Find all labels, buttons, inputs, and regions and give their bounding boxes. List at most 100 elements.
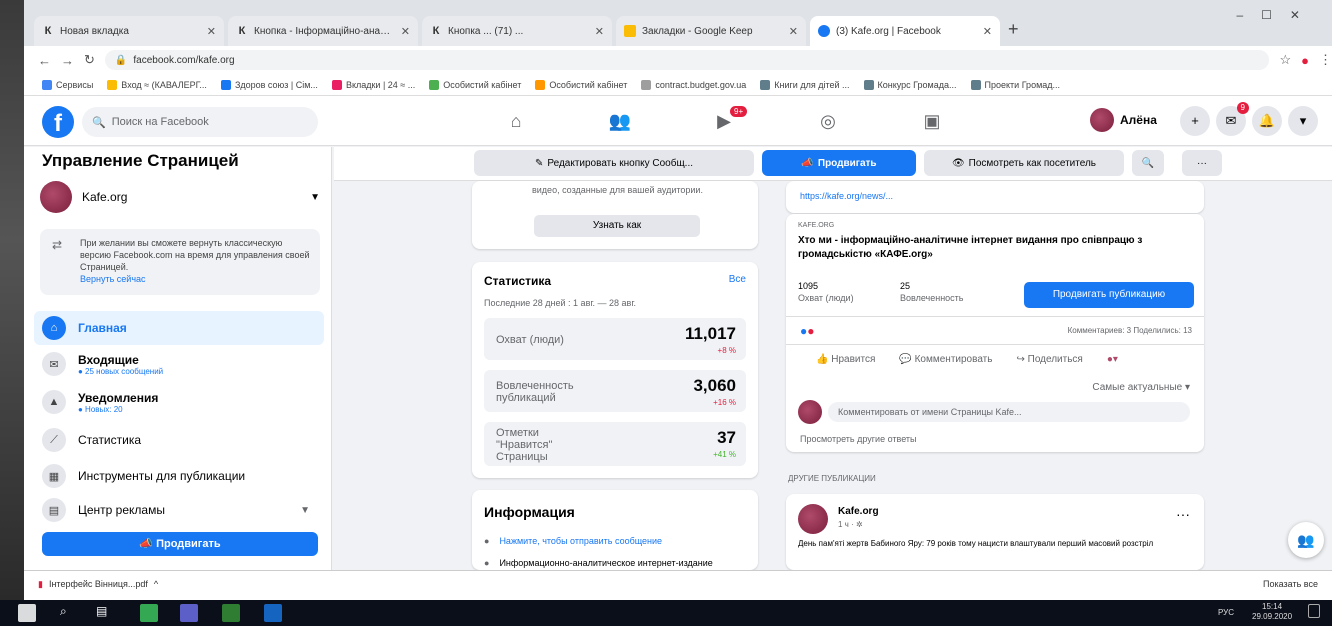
home-icon[interactable]: ⌂	[464, 104, 568, 138]
watch-icon[interactable]: ▶ 9+	[672, 104, 776, 138]
show-all-downloads[interactable]: Показать все	[1263, 579, 1318, 589]
bookmark-label: Конкурс Громада...	[877, 79, 957, 90]
browser-tab[interactable]: К Кнопка ... (71) ... ✕	[422, 16, 612, 46]
info-row[interactable]: ● Нажмите, чтобы отправить сообщение	[484, 536, 662, 546]
url-input[interactable]: 🔒 facebook.com/kafe.org	[104, 50, 1270, 70]
excel-icon[interactable]	[222, 604, 240, 622]
comment-button[interactable]: 💬 Комментировать	[899, 354, 992, 365]
tab-title: Кнопка ... (71) ...	[448, 25, 524, 37]
more-icon[interactable]: ···	[1176, 506, 1190, 522]
boost-post-button[interactable]: Продвигать публикацию	[1024, 282, 1194, 308]
stat-reach[interactable]: Охват (люди) 11,017 +8 %	[484, 318, 746, 360]
sidebar-item-ad-center[interactable]: ▤ Центр рекламы ▼	[34, 493, 324, 527]
bookmark-item[interactable]: Вкладки | 24 ≈ ...	[331, 79, 415, 90]
promote-top-button[interactable]: 📣 Продвигать	[762, 150, 916, 176]
groups-icon[interactable]: ◎	[776, 104, 880, 138]
bookmark-label: Сервисы	[56, 79, 94, 90]
bookmark-item[interactable]: Конкурс Громада...	[863, 79, 957, 90]
forward-icon[interactable]: →	[61, 53, 74, 68]
bookmark-item[interactable]: Здоров союз | Сім...	[220, 79, 318, 90]
edit-cta-button[interactable]: ✎ Редактировать кнопку Сообщ...	[474, 150, 754, 176]
sort-comments[interactable]: Самые актуальные ▾	[1092, 382, 1190, 393]
browser-tab-active[interactable]: (3) Kafe.org | Facebook ✕	[810, 16, 1000, 46]
revert-link[interactable]: Вернуть сейчас	[80, 273, 310, 285]
see-all-link[interactable]: Все	[729, 274, 746, 285]
sidebar-item-insights[interactable]: ⟋ Статистика	[34, 423, 324, 457]
stat-label: Охват (люди)	[496, 334, 564, 346]
bookmark-item[interactable]: contract.budget.gov.ua	[641, 79, 746, 90]
link-title[interactable]: Хто ми - інформаційно-аналітичне інтерне…	[798, 234, 1194, 262]
reload-icon[interactable]: ↻	[84, 52, 95, 68]
reach-label: Охват (люди)	[798, 293, 854, 303]
close-icon[interactable]: ✕	[595, 25, 604, 38]
browser-tab[interactable]: К Новая вкладка ✕	[34, 16, 224, 46]
browser-tab[interactable]: Закладки - Google Keep ✕	[616, 16, 806, 46]
share-button[interactable]: ↪ Поделиться	[1016, 354, 1082, 365]
create-icon[interactable]: +	[1180, 106, 1210, 136]
reactions-icon[interactable]: ●●	[800, 324, 815, 338]
page-selector[interactable]: Kafe.org ▼	[40, 179, 320, 215]
learn-how-button[interactable]: Узнать как	[534, 215, 700, 237]
sidebar-item-publishing-tools[interactable]: ▦ Инструменты для публикации	[34, 459, 324, 493]
menu-icon[interactable]: ⋮	[1319, 52, 1332, 68]
notification-center-icon[interactable]	[1308, 604, 1320, 618]
chevron-down-icon: ▼	[300, 504, 310, 516]
gaming-icon[interactable]: ▣	[880, 104, 984, 138]
post-author[interactable]: Kafe.org	[838, 506, 879, 517]
like-button[interactable]: 👍 Нравится	[816, 354, 875, 365]
windows-start-icon[interactable]	[18, 604, 36, 622]
bell-icon: ▲	[42, 390, 66, 414]
account-menu-icon[interactable]: ▾	[1288, 106, 1318, 136]
bookmark-item[interactable]: Книги для дітей ...	[760, 79, 850, 90]
close-icon[interactable]: ✕	[401, 25, 410, 38]
clock[interactable]: 15:14 29.09.2020	[1252, 602, 1292, 622]
star-icon[interactable]: ☆	[1279, 52, 1291, 68]
sidebar-item-inbox[interactable]: ✉ Входящие ● 25 новых сообщений	[34, 347, 324, 381]
reactions-meta[interactable]: Комментариев: 3 Поделились: 13	[1068, 326, 1192, 335]
messenger-icon[interactable]: ✉ 9	[1216, 102, 1249, 136]
profile-button[interactable]: Алёна	[1090, 108, 1157, 132]
new-tab-button[interactable]: +	[1008, 19, 1019, 40]
input-language[interactable]: РУС	[1218, 608, 1234, 617]
search-icon[interactable]: ⌕	[60, 604, 78, 622]
bookmark-item[interactable]: Проекти Громад...	[970, 79, 1060, 90]
download-item[interactable]: ▮ Інтерфейс Вінниця...pdf ^	[38, 579, 158, 590]
search-page-button[interactable]: 🔍	[1132, 150, 1164, 176]
sidebar-item-home[interactable]: ⌂ Главная	[34, 311, 324, 345]
promote-button[interactable]: 📣 Продвигать	[42, 532, 318, 556]
search-icon: 🔍	[1141, 157, 1155, 169]
search-input[interactable]: 🔍 Поиск на Facebook	[82, 107, 318, 137]
browser-tab[interactable]: К Кнопка - Інформаційно-аналіт... ✕	[228, 16, 418, 46]
teams-icon[interactable]	[180, 604, 198, 622]
post-as-selector[interactable]: ●▾	[1107, 354, 1118, 365]
view-as-visitor-button[interactable]: 👁 Посмотреть как посетитель	[924, 150, 1124, 176]
other-posts-heading: ДРУГИЕ ПУБЛИКАЦИИ	[788, 474, 876, 483]
engage-value: 25	[900, 281, 911, 291]
more-options-button[interactable]: ···	[1182, 150, 1222, 176]
close-icon[interactable]: ✕	[207, 25, 216, 38]
stat-engagement[interactable]: Вовлеченность публикаций 3,060 +16 %	[484, 370, 746, 412]
more-replies-link[interactable]: Просмотреть другие ответы	[800, 434, 917, 444]
stat-page-likes[interactable]: Отметки "Нравится" Страницы 37 +41 %	[484, 422, 746, 466]
close-icon[interactable]: ✕	[983, 25, 992, 38]
back-icon[interactable]: ←	[38, 53, 51, 68]
window-controls[interactable]: –☐✕	[1237, 8, 1319, 22]
facebook-logo-icon[interactable]: f	[42, 106, 74, 138]
link-url[interactable]: https://kafe.org/news/...	[800, 191, 893, 201]
notifications-icon[interactable]: 🔔	[1252, 106, 1282, 136]
bookmark-item[interactable]: Вход ≈ (КАВАЛЕРГ...	[107, 79, 207, 90]
word-icon[interactable]	[264, 604, 282, 622]
bookmark-item[interactable]: Сервисы	[42, 79, 94, 90]
close-icon[interactable]: ✕	[789, 25, 798, 38]
task-view-icon[interactable]: ▤	[96, 604, 114, 622]
link-preview-card[interactable]: https://kafe.org/news/...	[786, 181, 1204, 213]
bookmark-item[interactable]: Особистий кабінет	[429, 79, 521, 90]
sidebar-item-notifications[interactable]: ▲ Уведомления ● Новых: 20	[34, 385, 324, 419]
extension-icon[interactable]: ●	[1301, 53, 1309, 68]
pdf-icon: ▮	[38, 579, 43, 589]
chrome-icon[interactable]	[140, 604, 158, 622]
bookmark-item[interactable]: Особистий кабінет	[535, 79, 627, 90]
new-message-icon[interactable]: 👥	[1288, 522, 1324, 558]
friends-icon[interactable]: 👥	[568, 104, 672, 138]
comment-input[interactable]: Комментировать от имени Страницы Kafe...	[828, 402, 1190, 422]
